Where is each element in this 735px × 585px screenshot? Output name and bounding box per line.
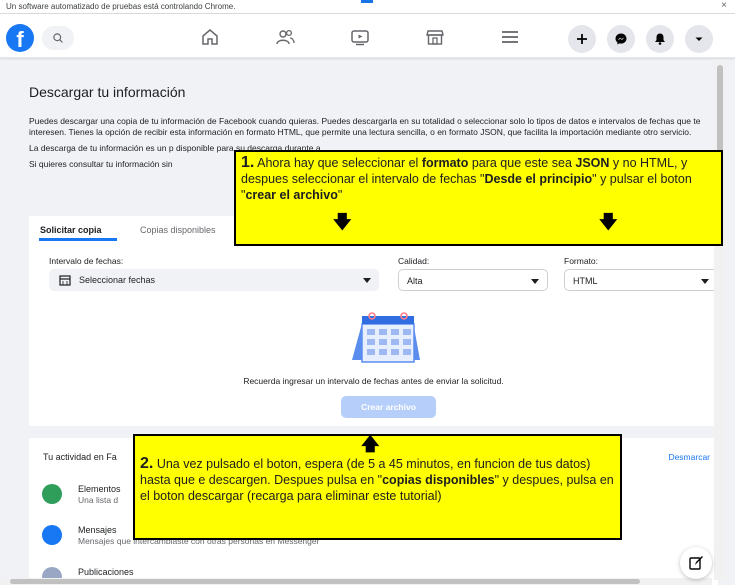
facebook-logo-icon[interactable]: f <box>6 24 34 52</box>
tab-home[interactable] <box>197 26 223 48</box>
note-bold: JSON <box>575 156 610 170</box>
account-button[interactable] <box>685 25 713 53</box>
tab-menu[interactable] <box>497 26 523 48</box>
unselect-all-link[interactable]: Desmarcar <box>668 452 710 462</box>
create-button[interactable] <box>568 25 596 53</box>
tutorial-note-2: 🡅 2. Una vez pulsado el boton, espera (d… <box>133 434 622 540</box>
create-file-button[interactable]: Crear archivo <box>341 396 436 418</box>
calidad-label: Calidad: <box>398 256 430 266</box>
saved-items-icon <box>42 484 62 504</box>
tab-friends[interactable] <box>272 26 298 48</box>
horizontal-scrollbar[interactable] <box>0 578 712 585</box>
note-bold: crear el archivo <box>245 188 338 202</box>
window-marker <box>361 0 373 3</box>
calendar-illustration-icon <box>352 312 420 363</box>
note-text: Ahora hay que seleccionar el <box>254 156 422 170</box>
activity-row-name: Publicaciones <box>78 567 134 577</box>
activity-row-desc: Una lista d <box>78 495 119 505</box>
page-title: Descargar tu información <box>29 84 186 100</box>
activity-row-name: Mensajes <box>78 525 117 535</box>
activity-title: Tu actividad en Fa <box>43 452 117 462</box>
account-caret-icon <box>695 37 703 41</box>
automation-notice: Un software automatizado de pruebas está… <box>6 2 236 11</box>
plus-icon <box>577 34 587 44</box>
quality-select[interactable]: Alta <box>398 269 548 291</box>
interval-label: Intervalo de fechas: <box>49 256 124 266</box>
menu-icon <box>502 31 518 43</box>
intro-paragraph-1: Puedes descargar una copia de tu informa… <box>29 116 701 137</box>
messenger-icon <box>615 33 627 45</box>
note-text: " <box>337 188 343 202</box>
tab-copias-disponibles[interactable]: Copias disponibles <box>140 225 216 235</box>
quality-value: Alta <box>407 276 423 286</box>
tab-watch[interactable] <box>347 26 373 48</box>
notifications-icon <box>655 33 665 45</box>
search-button[interactable] <box>42 26 74 50</box>
new-message-button[interactable] <box>680 547 712 579</box>
format-select[interactable]: HTML <box>564 269 718 291</box>
note-number: 2. <box>140 455 154 472</box>
calendar-icon <box>59 275 71 286</box>
request-form: Intervalo de fechas: Seleccionar fechas … <box>29 242 718 426</box>
note-bold: Desde el principio <box>484 172 593 186</box>
tab-solicitar-copia[interactable]: Solicitar copia <box>40 225 102 235</box>
marketplace-icon <box>426 30 444 45</box>
friends-icon <box>276 29 295 45</box>
down-arrow-icon: 🡇 <box>333 212 352 232</box>
formato-label: Formato: <box>564 256 599 266</box>
date-range-select[interactable]: Seleccionar fechas <box>49 269 379 291</box>
note-bold: copias disponibles <box>382 473 495 487</box>
messenger-icon <box>42 525 62 545</box>
messenger-button[interactable] <box>607 25 635 53</box>
chevron-down-icon <box>363 278 371 283</box>
down-arrow-icon: 🡇 <box>599 212 618 232</box>
vertical-scrollbar[interactable] <box>714 60 726 580</box>
activity-row-name: Elementos <box>78 484 121 494</box>
up-arrow-icon: 🡅 <box>361 434 380 454</box>
notifications-button[interactable] <box>646 25 674 53</box>
tutorial-note-1: 1. Ahora hay que seleccionar el formato … <box>234 150 723 246</box>
facebook-navbar: f <box>0 14 735 58</box>
active-tab-underline <box>39 238 117 241</box>
chevron-down-icon <box>531 279 539 284</box>
tab-marketplace[interactable] <box>422 26 448 48</box>
note-bold: formato <box>421 156 469 170</box>
scrollbar-thumb[interactable] <box>10 579 640 584</box>
date-range-value: Seleccionar fechas <box>79 275 156 285</box>
home-icon <box>202 29 218 45</box>
close-icon[interactable]: × <box>721 0 727 11</box>
note-number: 1. <box>241 154 255 171</box>
date-range-reminder: Recuerda ingresar un intervalo de fechas… <box>243 376 504 386</box>
format-value: HTML <box>573 276 598 286</box>
edit-icon <box>689 556 703 570</box>
watch-icon <box>351 30 369 46</box>
search-icon <box>53 33 63 43</box>
note-text: para que este sea <box>468 156 576 170</box>
chevron-down-icon <box>701 279 709 284</box>
